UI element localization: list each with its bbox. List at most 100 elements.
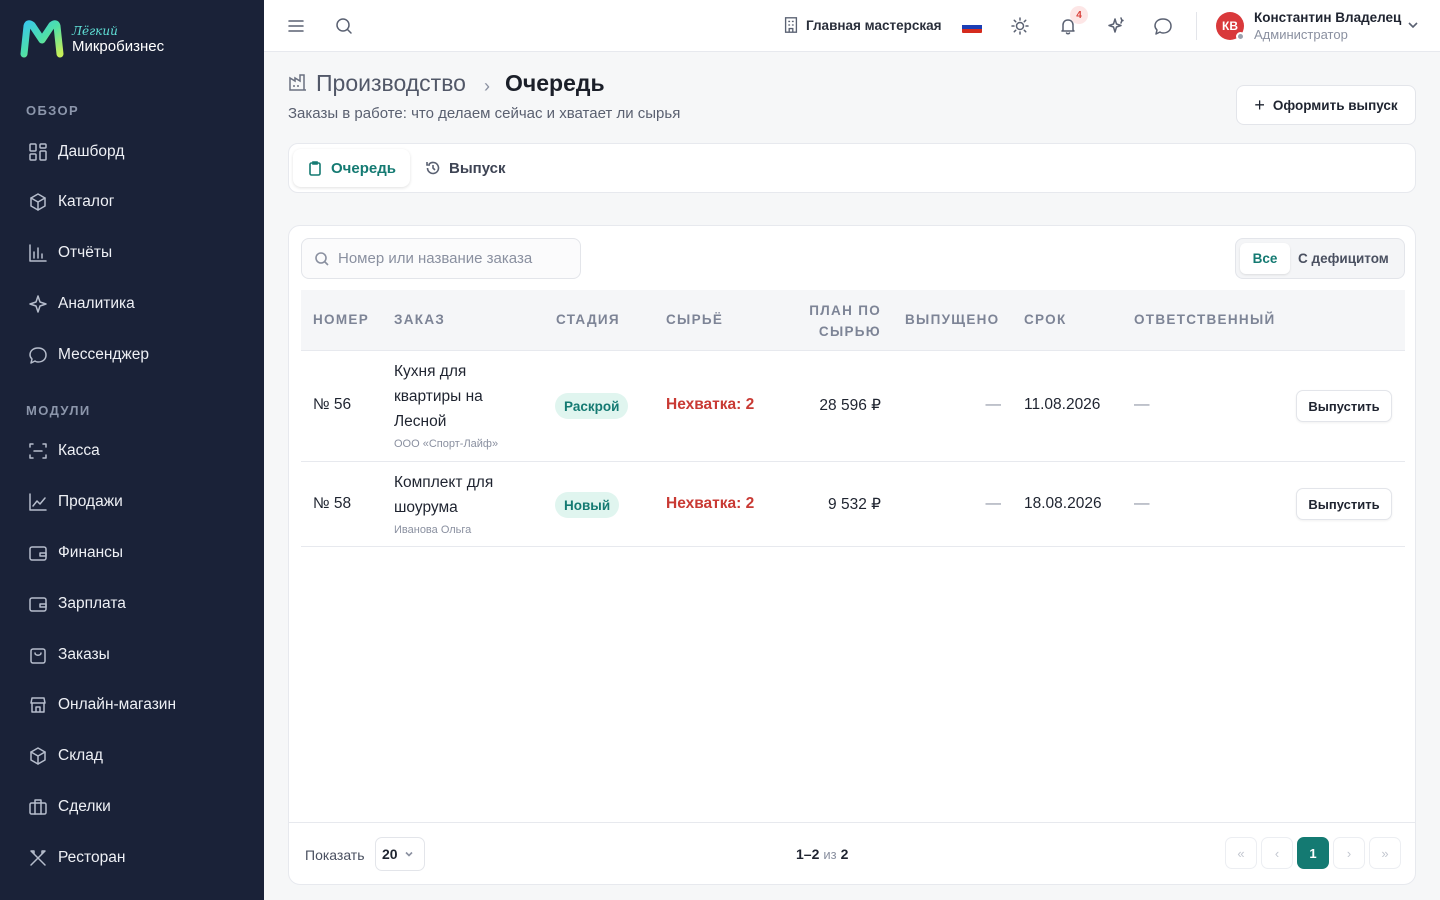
- chat-icon: [28, 345, 48, 365]
- page-subtitle: Заказы в работе: что делаем сейчас и хва…: [288, 105, 681, 122]
- sidebar-item-orders[interactable]: Заказы: [28, 643, 110, 667]
- deadline-value: 18.08.2026: [1024, 495, 1102, 512]
- sidebar-item-finance[interactable]: Финансы: [28, 541, 123, 565]
- column-stage[interactable]: Стадия: [556, 312, 620, 327]
- next-page-button[interactable]: ›: [1333, 837, 1365, 869]
- released-value: —: [985, 495, 1002, 512]
- tab-release[interactable]: Выпуск: [411, 149, 520, 187]
- flag-stripe-red: [962, 29, 982, 33]
- breadcrumb-parent[interactable]: Производство: [316, 70, 466, 97]
- order-number: № 58: [313, 495, 352, 512]
- ai-sparkle-icon[interactable]: [1106, 16, 1126, 36]
- column-order[interactable]: Заказ: [394, 312, 445, 327]
- page-size-value: 20: [382, 846, 398, 862]
- stage-badge: Новый: [555, 492, 620, 518]
- column-released[interactable]: Выпущено: [905, 312, 999, 327]
- chat-icon[interactable]: [1153, 16, 1173, 36]
- building-icon: [784, 17, 798, 33]
- search-icon: [315, 251, 329, 266]
- range-of: из: [823, 847, 837, 862]
- table-header: Номер Заказ Стадия Сырьё План по сырью В…: [301, 290, 1405, 351]
- page-button-current[interactable]: 1: [1297, 837, 1329, 869]
- sidebar-item-warehouse[interactable]: Склад: [28, 744, 103, 768]
- tab-label: Выпуск: [449, 159, 506, 177]
- brand[interactable]: Лёгкий Микробизнес: [20, 20, 164, 58]
- order-name[interactable]: Кухня для квартиры на Лесной: [394, 359, 524, 434]
- create-release-button[interactable]: + Оформить выпуск: [1236, 85, 1416, 125]
- search-icon[interactable]: [334, 16, 354, 36]
- page-title: Очередь: [505, 70, 605, 96]
- sidebar-item-catalog[interactable]: Каталог: [28, 190, 114, 214]
- search-input[interactable]: [338, 250, 538, 267]
- sidebar-section-modules: МОДУЛИ: [26, 403, 91, 418]
- sidebar-item-label: Касса: [58, 442, 100, 459]
- utensils-icon: [28, 848, 48, 868]
- release-button[interactable]: Выпустить: [1296, 488, 1392, 520]
- sidebar-item-cashbox[interactable]: Касса: [28, 439, 100, 463]
- notifications-badge: 4: [1070, 6, 1088, 24]
- page-size-label: Показать: [305, 847, 365, 863]
- page-size-select[interactable]: 20: [375, 837, 425, 871]
- sidebar-item-salary[interactable]: Зарплата: [28, 592, 126, 616]
- material-status: Нехватка: 2: [666, 396, 755, 413]
- workshop-selector[interactable]: Главная мастерская: [782, 16, 942, 34]
- box-tag-icon: [28, 192, 48, 212]
- sidebar-item-online-store[interactable]: Онлайн-магазин: [28, 693, 176, 717]
- responsible-value: —: [1134, 495, 1150, 512]
- breadcrumb-separator: ›: [484, 76, 490, 96]
- prev-page-button[interactable]: ‹: [1261, 837, 1293, 869]
- factory-icon: [288, 72, 308, 92]
- column-number[interactable]: Номер: [313, 312, 369, 327]
- cube-icon: [28, 746, 48, 766]
- sidebar-item-label: Каталог: [58, 193, 115, 210]
- table-row[interactable]: № 58 Комплект для шоурума Иванова Ольга …: [301, 462, 1405, 547]
- tab-queue[interactable]: Очередь: [293, 149, 410, 187]
- brand-name: Микробизнес: [72, 37, 165, 55]
- filter-segmented: Все С дефицитом: [1235, 238, 1405, 279]
- sidebar-item-label: Продажи: [58, 493, 123, 510]
- column-plan[interactable]: План по сырью: [791, 300, 881, 342]
- sidebar-item-restaurant[interactable]: Ресторан: [28, 846, 125, 870]
- chevron-down-icon: [405, 851, 413, 857]
- first-page-button[interactable]: «: [1225, 837, 1257, 869]
- user-role: Администратор: [1254, 27, 1348, 42]
- filter-all-button[interactable]: Все: [1240, 243, 1290, 274]
- sidebar-item-sales[interactable]: Продажи: [28, 490, 123, 514]
- sidebar-item-reports[interactable]: Отчёты: [28, 241, 112, 265]
- sparkle-icon: [28, 294, 48, 314]
- menu-icon[interactable]: [286, 16, 306, 36]
- brand-tagline: Лёгкий: [72, 23, 118, 38]
- sidebar-item-messenger[interactable]: Мессенджер: [28, 343, 149, 367]
- order-number: № 56: [313, 396, 352, 413]
- filter-deficit-button[interactable]: С дефицитом: [1298, 243, 1389, 274]
- sidebar-item-analytics[interactable]: Аналитика: [28, 292, 135, 316]
- released-value: —: [985, 396, 1002, 413]
- grid-icon: [28, 142, 48, 162]
- order-name[interactable]: Комплект для шоурума: [394, 470, 524, 520]
- column-deadline[interactable]: Срок: [1024, 312, 1067, 327]
- column-responsible[interactable]: Ответственный: [1134, 312, 1275, 327]
- sidebar-item-deals[interactable]: Сделки: [28, 795, 111, 819]
- wallet-icon: [28, 594, 48, 614]
- status-dot: [1236, 32, 1245, 41]
- tab-label: Очередь: [331, 159, 396, 177]
- table-row[interactable]: № 56 Кухня для квартиры на Лесной ООО «С…: [301, 351, 1405, 462]
- user-name[interactable]: Константин Владелец: [1254, 10, 1401, 25]
- workshop-name: Главная мастерская: [806, 17, 942, 33]
- briefcase-icon: [28, 797, 48, 817]
- topbar: Главная мастерская 4 КВ Константин Владе…: [264, 0, 1440, 52]
- chevron-down-icon[interactable]: [1406, 18, 1420, 32]
- last-page-button[interactable]: »: [1369, 837, 1401, 869]
- sidebar-item-dashboard[interactable]: Дашборд: [28, 140, 124, 164]
- range-value: 1–2: [796, 846, 820, 862]
- column-material[interactable]: Сырьё: [666, 312, 723, 327]
- release-button[interactable]: Выпустить: [1296, 390, 1392, 422]
- range-total: 2: [840, 846, 849, 862]
- theme-sun-icon[interactable]: [1010, 16, 1030, 36]
- order-customer: Иванова Ольга: [394, 524, 472, 536]
- search-box[interactable]: [301, 238, 581, 279]
- language-flag-icon[interactable]: [962, 21, 982, 33]
- wallet-icon: [28, 543, 48, 563]
- sidebar-section-overview: ОБЗОР: [26, 103, 80, 118]
- sidebar-item-label: Ресторан: [58, 849, 126, 866]
